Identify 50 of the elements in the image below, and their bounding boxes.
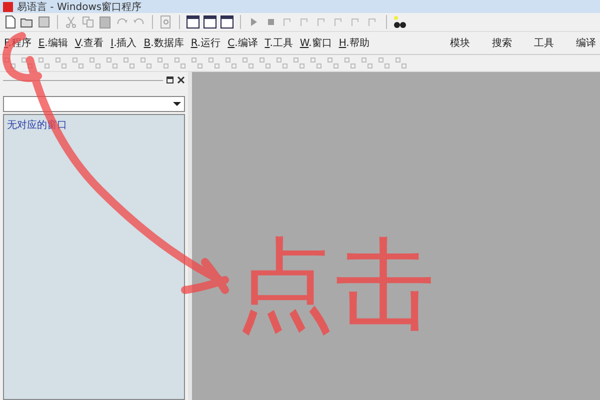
align-icon[interactable] xyxy=(54,56,68,70)
menu-item[interactable]: I.插入 xyxy=(110,36,137,50)
menu-item[interactable]: R.运行 xyxy=(190,36,221,50)
align-icon[interactable] xyxy=(139,56,153,70)
window-layout-icon[interactable] xyxy=(203,15,217,29)
align-icon[interactable] xyxy=(71,56,85,70)
caret-icon xyxy=(173,101,181,107)
window-dropdown[interactable] xyxy=(3,96,185,112)
menu-item[interactable]: H.帮助 xyxy=(338,36,370,50)
menu-item[interactable]: C.编译 xyxy=(228,36,258,50)
align-icon[interactable] xyxy=(258,56,272,70)
window-title: 易语言 - Windows窗口程序 xyxy=(17,0,142,14)
panel-tab[interactable]: 工具 xyxy=(534,36,554,50)
align-icon[interactable] xyxy=(173,56,187,70)
magnifier-icon[interactable] xyxy=(159,15,173,29)
app-logo-icon xyxy=(3,2,13,12)
window-layout-icon[interactable] xyxy=(220,15,234,29)
new-file-icon[interactable] xyxy=(3,15,17,29)
align-icon[interactable] xyxy=(37,56,51,70)
menu-item[interactable]: E.编辑 xyxy=(38,36,68,50)
panel-tab[interactable]: 搜索 xyxy=(492,36,512,50)
align-icon[interactable] xyxy=(360,56,374,70)
panel-tab[interactable]: 模块 xyxy=(450,36,470,50)
handwritten-annotation: 点击 xyxy=(235,235,435,335)
copy-icon[interactable] xyxy=(81,15,95,29)
binoculars-icon[interactable] xyxy=(393,15,407,29)
align-icon[interactable] xyxy=(156,56,170,70)
menu-item[interactable]: T.工具 xyxy=(264,36,293,50)
panel-tab[interactable]: 编译 xyxy=(576,36,596,50)
align-icon[interactable] xyxy=(326,56,340,70)
scissors-icon[interactable] xyxy=(64,15,78,29)
menu-item[interactable]: B.数据库 xyxy=(144,36,184,50)
close-icon[interactable] xyxy=(177,76,185,84)
align-icon[interactable] xyxy=(309,56,323,70)
align-icon[interactable] xyxy=(241,56,255,70)
align-icon[interactable] xyxy=(377,56,391,70)
restore-icon[interactable] xyxy=(166,76,174,84)
align-icon[interactable] xyxy=(343,56,357,70)
align-icon[interactable] xyxy=(190,56,204,70)
align-icon[interactable] xyxy=(275,56,289,70)
window-layout-icon[interactable] xyxy=(186,15,200,29)
align-icon[interactable] xyxy=(224,56,238,70)
align-icon[interactable] xyxy=(122,56,136,70)
menu-item[interactable]: W.窗口 xyxy=(300,36,332,50)
align-icon[interactable] xyxy=(292,56,306,70)
align-icon[interactable] xyxy=(207,56,221,70)
align-icon[interactable] xyxy=(394,56,408,70)
align-icon[interactable] xyxy=(88,56,102,70)
menu-item[interactable]: V.查看 xyxy=(74,36,104,50)
align-icon[interactable] xyxy=(105,56,119,70)
